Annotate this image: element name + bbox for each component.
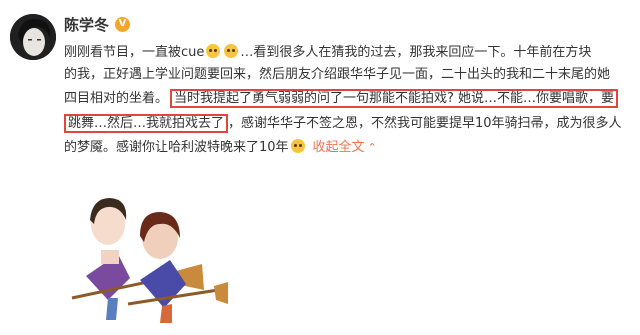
highlight-box: 当时我提起了勇气弱弱的问了一句那能不能拍戏? 她说…不能…你要唱歌，要 xyxy=(170,89,619,108)
post-line-3: 四目相对的坐着。 当时我提起了勇气弱弱的问了一句那能不能拍戏? 她说…不能…你要唱… xyxy=(64,88,619,110)
verified-badge-icon: V xyxy=(115,16,131,32)
post-line-4: 跳舞…然后…我就拍戏去了 ，感谢华华子不签之恩，不然我可能要提早10年骑扫帚，成为… xyxy=(64,113,622,135)
post-line-2: 的我，正好遇上学业问题要回来，然后朋友介绍跟华华子见一面，二十出头的我和二十末尾… xyxy=(64,67,611,82)
post-line-1: 刚刚看节目，一直被cue …看到很多人在猜我的过去，那我来回应一下。十年前在方块 xyxy=(64,44,592,60)
chevron-up-icon[interactable]: ⌃ xyxy=(368,141,377,154)
avatar-image xyxy=(10,14,56,60)
user-name[interactable]: 陈学冬 xyxy=(64,14,109,35)
post-line-5: 的梦魇。感谢你让哈利波特晚来了10年 收起全文 ⌃ xyxy=(64,139,377,155)
highlight-box: 跳舞…然后…我就拍戏去了 xyxy=(64,114,229,133)
broom-sticker-image xyxy=(68,180,228,325)
collapse-link[interactable]: 收起全文 xyxy=(313,140,365,155)
user-header: 陈学冬 V xyxy=(64,13,131,35)
cat-emoji-icon xyxy=(290,139,305,153)
cat-emoji-icon xyxy=(206,44,221,58)
cat-emoji-icon xyxy=(224,44,239,58)
avatar[interactable] xyxy=(10,14,56,60)
